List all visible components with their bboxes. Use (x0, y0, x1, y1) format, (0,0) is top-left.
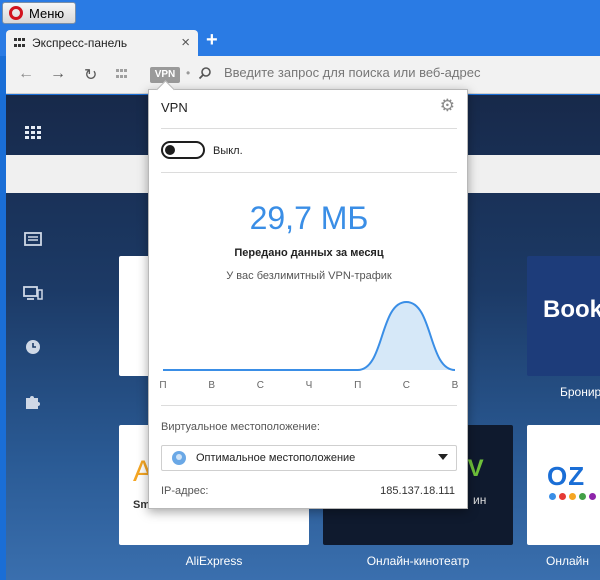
reload-button[interactable]: ↻ (84, 65, 97, 85)
tab-title: Экспресс-панель (32, 36, 128, 50)
chevron-down-icon (438, 454, 448, 460)
tab-close-icon[interactable]: × (181, 34, 190, 51)
chart-x-tick-label: В (451, 380, 459, 391)
back-button[interactable]: ← (18, 65, 34, 83)
chart-x-tick-label: В (208, 380, 215, 391)
virtual-location-label: Виртуальное местоположение: (161, 421, 320, 433)
traffic-chart (163, 300, 455, 371)
separator-dot: • (186, 66, 191, 80)
tile-label-ozon: Онлайн (546, 554, 589, 568)
toggle-knob (165, 145, 175, 155)
tab-strip: Экспресс-панель × + (0, 26, 600, 56)
new-tab-button[interactable]: + (206, 30, 218, 50)
globe-icon (172, 451, 186, 465)
chart-x-tick-label: Ч (305, 380, 313, 391)
virtual-location-value: Оптимальное местоположение (196, 452, 356, 464)
menu-button-label: Меню (29, 5, 65, 21)
data-transferred-caption: Передано данных за месяц (234, 247, 384, 259)
vpn-popup-title: VPN (161, 100, 188, 115)
chart-x-axis: ПВСЧПСВ (159, 380, 458, 394)
divider (161, 128, 457, 129)
data-transferred-value: 29,7 МБ (249, 200, 369, 236)
chart-x-tick-label: П (159, 380, 167, 391)
tv-sub: ин (473, 493, 487, 507)
chart-x-tick-label: П (354, 380, 362, 391)
ozon-logo: OZ (547, 461, 586, 491)
ip-address-value: 185.137.18.111 (380, 485, 455, 497)
speed-dial-grid-icon[interactable] (116, 69, 129, 80)
vpn-toggle-switch[interactable] (161, 141, 205, 159)
divider (161, 172, 457, 173)
speed-dial-grid-icon (14, 38, 26, 48)
gear-icon[interactable]: ⚙ (440, 96, 455, 116)
synced-devices-icon[interactable] (22, 283, 44, 303)
unlimited-traffic-note: У вас безлимитный VPN-трафик (226, 270, 392, 282)
vpn-popup: VPN ⚙ Выкл. 29,7 МБ Передано данных за м… (148, 89, 468, 509)
extensions-puzzle-icon[interactable] (22, 391, 44, 411)
opera-logo-icon (9, 6, 23, 20)
speed-dial-tile-ozon[interactable]: OZ (527, 425, 600, 545)
tile-label-tv: Онлайн-кинотеатр (366, 554, 470, 568)
ozon-dots-icon (549, 493, 596, 500)
speed-dial-sidebar-icon[interactable] (22, 123, 44, 143)
booking-logo: Book (543, 296, 600, 323)
ip-address-label: IP-адрес: (161, 485, 209, 497)
tile-label-booking: Бронир (560, 385, 600, 399)
chart-x-tick-label: С (256, 380, 264, 391)
vpn-toggle-label: Выкл. (213, 145, 243, 157)
tile-label-aliexpress: AliExpress (185, 554, 243, 568)
tab-speed-dial[interactable]: Экспресс-панель × (6, 30, 198, 56)
speed-dial-tile-booking[interactable]: Book (527, 256, 600, 376)
virtual-location-select[interactable]: Оптимальное местоположение (161, 445, 457, 471)
history-clock-icon[interactable] (22, 337, 44, 357)
address-input[interactable]: Введите запрос для поиска или веб-адрес (224, 65, 480, 80)
search-icon (198, 67, 211, 80)
forward-button[interactable]: → (50, 65, 66, 83)
chart-x-tick-label: С (402, 380, 410, 391)
news-icon[interactable] (22, 229, 44, 249)
window-titlebar: Меню (0, 0, 600, 28)
chart-area-fill (163, 302, 455, 370)
divider (161, 405, 457, 406)
menu-button[interactable]: Меню (2, 2, 76, 24)
